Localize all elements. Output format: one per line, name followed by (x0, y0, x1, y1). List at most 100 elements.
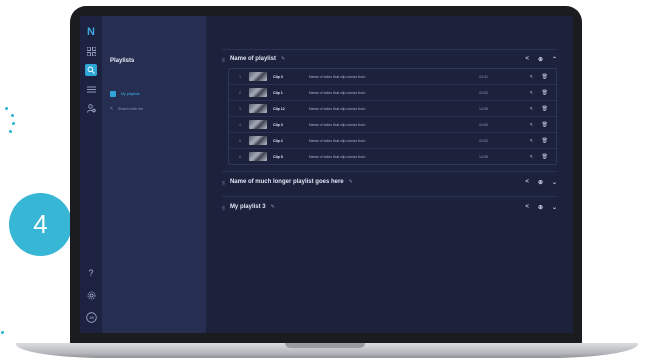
clip-number: 5 (239, 138, 241, 143)
chevron-up-icon[interactable]: ⌃ (552, 56, 557, 63)
chevron-down-icon[interactable]: ⌄ (552, 179, 557, 186)
playlist-icon (110, 91, 116, 97)
clip-duration: 04:50 (479, 122, 488, 127)
share-icon[interactable]: < (530, 122, 533, 128)
share-icon[interactable]: < (525, 204, 529, 211)
clip-number: 2 (239, 90, 241, 95)
list-icon[interactable] (85, 83, 97, 95)
app-screen: N ? JW Playlists My playlists < Shared w… (80, 16, 573, 333)
user-avatar[interactable]: JW (85, 311, 97, 323)
share-icon[interactable]: < (530, 74, 533, 80)
trash-icon[interactable]: 🗑 (542, 90, 548, 96)
playlist-header[interactable]: ⣿ My playlist 3 ✎ < ⊕ ⌄ (222, 197, 557, 217)
clip-source: Name of video that clip comes from (309, 122, 366, 127)
clip-row[interactable]: 4 Clip 3 Name of video that clip comes f… (229, 117, 556, 133)
clip-name: Clip 3 (273, 122, 283, 127)
sidebar-title: Playlists (110, 58, 135, 64)
clip-thumbnail (249, 72, 267, 81)
edit-icon[interactable]: ✎ (281, 56, 285, 62)
icon-rail: N ? JW (80, 16, 102, 333)
clip-name: Clip 1 (273, 90, 283, 95)
clip-source: Name of video that clip comes from (309, 90, 366, 95)
sidebar-item-shared-with-me[interactable]: < Shared with me (110, 106, 198, 112)
clip-row[interactable]: 3 Clip 12 Name of video that clip comes … (229, 101, 556, 117)
playlist-header[interactable]: ⣿ Name of playlist ✎ < ⊕ ⌃ (222, 50, 557, 68)
gear-icon[interactable] (85, 289, 97, 301)
clip-row[interactable]: 2 Clip 1 Name of video that clip comes f… (229, 85, 556, 101)
clip-name: Clip 3 (273, 74, 283, 79)
grid-icon[interactable] (85, 45, 97, 57)
clip-duration: 04:52 (479, 138, 488, 143)
playlist-panel: ⣿ Name of playlist ✎ < ⊕ ⌃ 1 Clip 3 Name… (206, 16, 573, 333)
help-icon[interactable]: ? (85, 267, 97, 279)
playlist-name: Name of much longer playlist goes here (229, 179, 344, 185)
clip-number: 4 (239, 122, 241, 127)
share-icon: < (110, 106, 113, 112)
edit-icon[interactable]: ✎ (271, 204, 275, 210)
share-icon[interactable]: < (525, 56, 529, 63)
clip-thumbnail (249, 88, 267, 97)
sidebar-item-label: My playlists (121, 92, 140, 96)
clip-list: 1 Clip 3 Name of video that clip comes f… (228, 68, 557, 165)
clip-row[interactable]: 1 Clip 3 Name of video that clip comes f… (229, 69, 556, 85)
step-number-badge: 4 (9, 193, 72, 256)
clip-thumbnail (249, 120, 267, 129)
share-icon[interactable]: < (530, 138, 533, 144)
step-number: 4 (33, 209, 48, 239)
trash-icon[interactable]: 🗑 (542, 106, 548, 112)
svg-text:JW: JW (88, 316, 94, 320)
share-icon[interactable]: < (530, 106, 533, 112)
add-icon[interactable]: ⊕ (538, 56, 543, 63)
playlists-sidebar: Playlists My playlists < Shared with me (102, 16, 206, 333)
clip-duration: 04:52 (479, 90, 488, 95)
trash-icon[interactable]: 🗑 (542, 138, 548, 144)
trash-icon[interactable]: 🗑 (542, 74, 548, 80)
clip-thumbnail (249, 152, 267, 161)
add-icon[interactable]: ⊕ (538, 179, 543, 186)
clip-number: 1 (239, 74, 241, 79)
drag-handle-icon[interactable]: ⣿ (222, 180, 225, 185)
chevron-down-icon[interactable]: ⌄ (552, 204, 557, 211)
drag-handle-icon[interactable]: ⣿ (222, 57, 225, 62)
clip-source: Name of video that clip comes from (309, 138, 366, 143)
users-icon[interactable] (85, 102, 97, 114)
clip-duration: 14:55 (479, 106, 488, 111)
decorative-dot (12, 122, 15, 125)
trash-icon[interactable]: 🗑 (542, 154, 548, 160)
playlist-header[interactable]: ⣿ Name of much longer playlist goes here… (222, 172, 557, 192)
playlist-group: ⣿ My playlist 3 ✎ < ⊕ ⌄ (222, 196, 557, 217)
playlist-name: My playlist 3 (229, 204, 266, 210)
playlist-name: Name of playlist (229, 56, 276, 62)
trash-icon[interactable]: 🗑 (542, 122, 548, 128)
laptop-notch (285, 343, 365, 348)
decorative-dot (9, 130, 12, 133)
app-logo-icon[interactable]: N (85, 26, 97, 38)
playlist-group: ⣿ Name of playlist ✎ < ⊕ ⌃ 1 Clip 3 Name… (222, 49, 557, 165)
clip-name: Clip 2 (273, 138, 283, 143)
sidebar-item-label: Shared with me (117, 107, 143, 111)
clip-row[interactable]: 5 Clip 2 Name of video that clip comes f… (229, 133, 556, 149)
clip-duration: 14:55 (479, 154, 488, 159)
share-icon[interactable]: < (525, 179, 529, 186)
clip-duration: 04:31 (479, 74, 488, 79)
clip-source: Name of video that clip comes from (309, 154, 366, 159)
decorative-dot (11, 114, 14, 117)
clip-name: Clip 12 (273, 106, 285, 111)
decorative-dot (5, 107, 8, 110)
clip-number: 6 (239, 154, 241, 159)
sidebar-item-my-playlists[interactable]: My playlists (110, 91, 198, 97)
share-icon[interactable]: < (530, 154, 533, 160)
decorative-dot (1, 331, 4, 334)
clip-name: Clip 8 (273, 154, 283, 159)
share-icon[interactable]: < (530, 90, 533, 96)
clip-row[interactable]: 6 Clip 8 Name of video that clip comes f… (229, 149, 556, 164)
clip-thumbnail (249, 136, 267, 145)
clip-thumbnail (249, 104, 267, 113)
search-icon[interactable] (85, 64, 97, 76)
clip-source: Name of video that clip comes from (309, 106, 366, 111)
edit-icon[interactable]: ✎ (349, 179, 353, 185)
clip-number: 3 (239, 106, 241, 111)
clip-source: Name of video that clip comes from (309, 74, 366, 79)
add-icon[interactable]: ⊕ (538, 204, 543, 211)
drag-handle-icon[interactable]: ⣿ (222, 205, 225, 210)
